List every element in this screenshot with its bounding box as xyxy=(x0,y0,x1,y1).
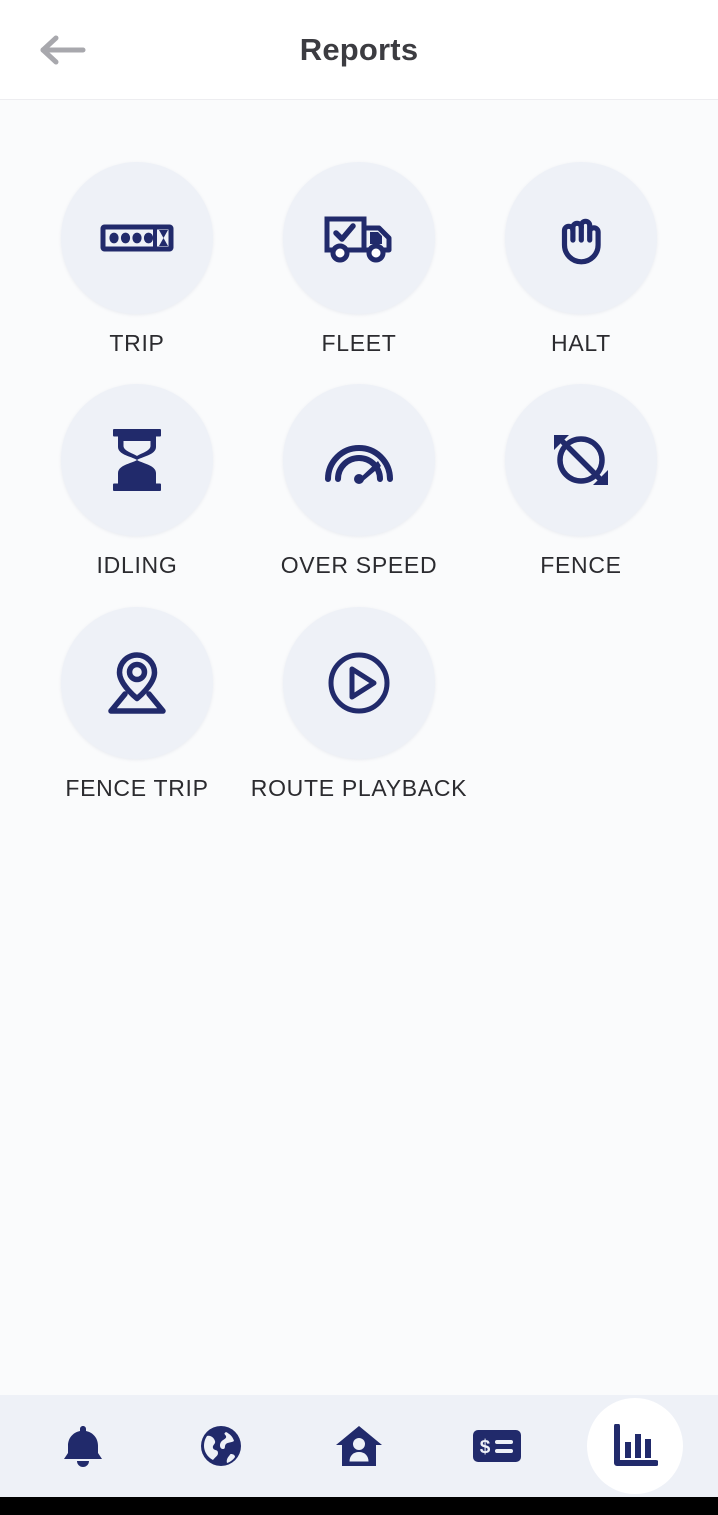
hourglass-icon xyxy=(109,427,165,493)
tile-icon-wrap xyxy=(505,162,657,314)
svg-text:$: $ xyxy=(480,1437,491,1458)
home-user-icon xyxy=(335,1423,383,1469)
nav-item-map[interactable] xyxy=(173,1398,269,1494)
tile-icon-wrap xyxy=(61,606,213,759)
tile-label: TRIP xyxy=(109,330,165,356)
globe-icon xyxy=(198,1423,244,1469)
tile-icon-wrap xyxy=(505,384,657,537)
tile-label: IDLING xyxy=(96,552,178,579)
nav-item-billing[interactable]: $ xyxy=(449,1398,545,1494)
bell-icon xyxy=(61,1423,105,1469)
arrow-left-icon xyxy=(38,33,88,67)
raised-hand-icon xyxy=(555,207,607,269)
report-tile-fence-trip[interactable]: FENCE TRIP xyxy=(26,606,248,801)
play-circle-icon xyxy=(327,651,391,715)
reports-grid: TRIP FLEET HALT IDLING OVER SPEED FENCE … xyxy=(0,162,718,801)
tile-label: FENCE xyxy=(540,552,622,579)
report-tile-trip[interactable]: TRIP xyxy=(26,162,248,356)
tile-label: HALT xyxy=(551,330,611,356)
payment-card-icon: $ xyxy=(472,1427,522,1465)
report-tile-idling[interactable]: IDLING xyxy=(26,384,248,578)
nav-item-reports[interactable] xyxy=(587,1398,683,1494)
trip-meter-icon xyxy=(100,214,174,262)
report-tile-fleet[interactable]: FLEET xyxy=(248,162,470,356)
app-header: Reports xyxy=(0,0,718,100)
speedometer-icon xyxy=(323,436,395,485)
bar-chart-icon xyxy=(612,1424,658,1468)
nav-item-home[interactable] xyxy=(311,1398,407,1494)
tile-label: ROUTE PLAYBACK xyxy=(250,774,468,801)
tile-icon-wrap xyxy=(283,384,435,537)
reports-screen: Reports TRIP FLEET HALT IDLING OVER SPEE… xyxy=(0,0,718,1515)
tile-icon-wrap xyxy=(283,162,435,314)
page-title: Reports xyxy=(299,32,419,67)
tile-icon-wrap xyxy=(61,162,213,314)
geofence-radius-icon xyxy=(546,429,616,491)
report-tile-fence[interactable]: FENCE xyxy=(470,384,692,578)
nav-item-notifications[interactable] xyxy=(35,1398,131,1494)
back-button[interactable] xyxy=(36,23,90,77)
tile-icon-wrap xyxy=(61,384,213,537)
tile-label: FLEET xyxy=(321,330,397,356)
map-pin-icon xyxy=(102,650,172,716)
tile-label: OVER SPEED xyxy=(280,552,438,579)
tile-icon-wrap xyxy=(283,606,435,759)
report-tile-over-speed[interactable]: OVER SPEED xyxy=(248,384,470,578)
delivery-truck-check-icon xyxy=(324,211,394,265)
tile-label: FENCE TRIP xyxy=(65,774,209,801)
report-tile-halt[interactable]: HALT xyxy=(470,162,692,356)
bottom-navigation: $ xyxy=(0,1395,718,1497)
report-tile-route-playback[interactable]: ROUTE PLAYBACK xyxy=(248,606,470,801)
gesture-bar xyxy=(0,1497,718,1515)
reports-content: TRIP FLEET HALT IDLING OVER SPEED FENCE … xyxy=(0,100,718,1395)
